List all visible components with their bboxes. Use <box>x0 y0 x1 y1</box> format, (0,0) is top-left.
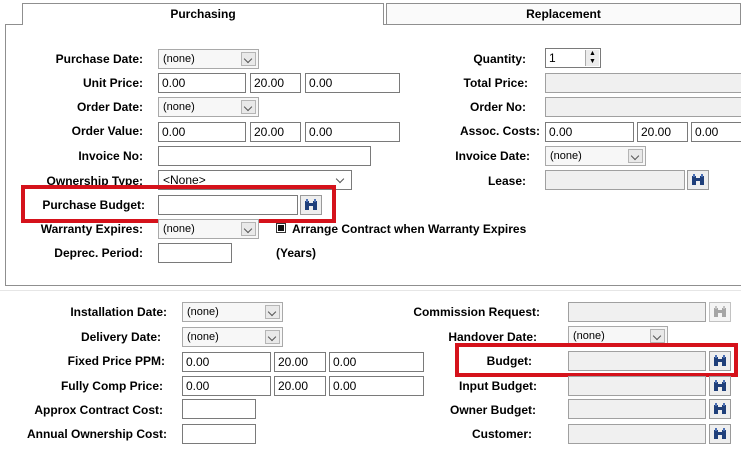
approx-contract-cost-field <box>182 399 256 419</box>
invoice-no-label: Invoice No: <box>78 149 143 163</box>
panel-top-border-right <box>384 24 741 25</box>
order-no-label: Order No: <box>469 100 526 114</box>
order-no-field[interactable] <box>545 97 741 117</box>
purchase-budget-highlight <box>21 185 336 223</box>
delivery-date-dropdown[interactable]: (none) <box>182 327 283 347</box>
warranty-expires-label: Warranty Expires: <box>40 222 143 236</box>
input-budget-lookup-button[interactable] <box>709 376 731 396</box>
owner-budget-field[interactable] <box>568 399 706 419</box>
annual-ownership-cost-label: Annual Ownership Cost: <box>26 427 167 441</box>
warranty-expires-value: (none) <box>163 223 195 235</box>
annual-ownership-cost-field <box>182 424 256 444</box>
installation-date-value: (none) <box>187 306 219 318</box>
quantity-label: Quantity: <box>473 52 526 66</box>
customer-field[interactable] <box>568 424 706 444</box>
input-budget-label: Input Budget: <box>459 379 537 393</box>
unit-price-field-2[interactable]: 20.00 <box>250 73 301 93</box>
fully-comp-price-label: Fully Comp Price: <box>60 379 163 393</box>
order-value-field-2[interactable]: 20.00 <box>250 122 301 142</box>
deprec-period-label: Deprec. Period: <box>54 246 143 260</box>
deprec-period-unit: (Years) <box>276 246 317 260</box>
input-budget-field[interactable] <box>568 376 706 396</box>
commission-request-label: Commission Request: <box>413 305 540 319</box>
purchase-date-label: Purchase Date: <box>55 52 143 66</box>
arrange-contract-checkbox[interactable] <box>276 223 286 233</box>
arrange-contract-label: Arrange Contract when Warranty Expires <box>292 222 527 236</box>
customer-lookup-button[interactable] <box>709 424 731 444</box>
chevron-down-icon[interactable] <box>241 222 256 236</box>
chevron-down-icon[interactable] <box>265 305 280 319</box>
commission-request-field[interactable] <box>568 302 706 322</box>
lower-section-divider <box>0 290 741 291</box>
order-date-value: (none) <box>163 101 195 113</box>
lease-lookup-button[interactable] <box>687 170 709 190</box>
binoculars-icon <box>714 306 726 317</box>
total-price-field <box>545 73 741 93</box>
order-date-dropdown[interactable]: (none) <box>158 97 259 117</box>
chevron-down-icon[interactable] <box>241 100 256 114</box>
deprec-period-field[interactable] <box>158 243 232 263</box>
fixed-price-ppm-field-1[interactable]: 0.00 <box>182 352 271 372</box>
binoculars-icon <box>714 380 726 391</box>
handover-date-value: (none) <box>573 330 605 342</box>
delivery-date-label: Delivery Date: <box>80 330 161 344</box>
assoc-costs-field-1[interactable]: 0.00 <box>545 122 634 142</box>
binoculars-icon <box>692 174 704 185</box>
purchase-date-dropdown[interactable]: (none) <box>158 49 259 69</box>
invoice-date-label: Invoice Date: <box>455 149 530 163</box>
invoice-no-field[interactable] <box>158 146 371 166</box>
order-date-label: Order Date: <box>76 100 143 114</box>
total-price-label: Total Price: <box>463 76 528 90</box>
owner-budget-label: Owner Budget: <box>450 403 536 417</box>
order-value-field-3[interactable]: 0.00 <box>305 122 400 142</box>
invoice-date-value: (none) <box>550 150 582 162</box>
lease-field[interactable] <box>545 170 685 190</box>
budget-highlight <box>455 343 738 377</box>
fixed-price-ppm-field-2[interactable]: 20.00 <box>274 352 326 372</box>
binoculars-icon <box>714 428 726 439</box>
installation-date-label: Installation Date: <box>70 305 167 319</box>
fully-comp-price-field-3[interactable]: 0.00 <box>329 376 424 396</box>
fixed-price-ppm-label: Fixed Price PPM: <box>67 354 165 368</box>
purchase-date-value: (none) <box>163 53 195 65</box>
unit-price-field-3[interactable]: 0.00 <box>305 73 400 93</box>
order-value-field-1[interactable]: 0.00 <box>158 122 246 142</box>
installation-date-dropdown[interactable]: (none) <box>182 302 283 322</box>
tab-purchasing[interactable]: Purchasing <box>22 3 384 25</box>
owner-budget-lookup-button[interactable] <box>709 399 731 419</box>
assoc-costs-label: Assoc. Costs: <box>459 124 540 138</box>
fixed-price-ppm-field-3[interactable]: 0.00 <box>329 352 424 372</box>
delivery-date-value: (none) <box>187 331 219 343</box>
assoc-costs-field-3[interactable]: 0.00 <box>691 122 741 142</box>
fully-comp-price-field-2[interactable]: 20.00 <box>274 376 326 396</box>
order-value-label: Order Value: <box>71 124 143 138</box>
approx-contract-cost-label: Approx Contract Cost: <box>34 403 163 417</box>
chevron-down-icon[interactable] <box>265 330 280 344</box>
invoice-date-dropdown[interactable]: (none) <box>545 146 646 166</box>
unit-price-label: Unit Price: <box>82 76 143 90</box>
chevron-down-icon[interactable] <box>650 329 665 343</box>
assoc-costs-field-2[interactable]: 20.00 <box>637 122 688 142</box>
quantity-stepper[interactable]: 1 ▲ ▼ <box>545 48 601 68</box>
fully-comp-price-field-1[interactable]: 0.00 <box>182 376 271 396</box>
panel-top-border-left <box>5 24 22 25</box>
lease-label: Lease: <box>487 174 526 188</box>
unit-price-field-1[interactable]: 0.00 <box>158 73 246 93</box>
binoculars-icon <box>714 403 726 414</box>
handover-date-label: Handover Date: <box>448 330 537 344</box>
commission-request-lookup-button[interactable] <box>709 302 731 322</box>
customer-label: Customer: <box>471 427 532 441</box>
checkbox-fill <box>278 225 284 231</box>
chevron-down-icon[interactable] <box>628 149 643 163</box>
chevron-down-icon[interactable] <box>334 173 349 187</box>
spin-arrows-icon[interactable]: ▲ ▼ <box>585 50 599 66</box>
chevron-down-icon[interactable] <box>241 52 256 66</box>
tab-replacement[interactable]: Replacement <box>386 3 741 25</box>
warranty-expires-dropdown[interactable]: (none) <box>158 219 259 239</box>
quantity-value: 1 <box>549 51 556 65</box>
